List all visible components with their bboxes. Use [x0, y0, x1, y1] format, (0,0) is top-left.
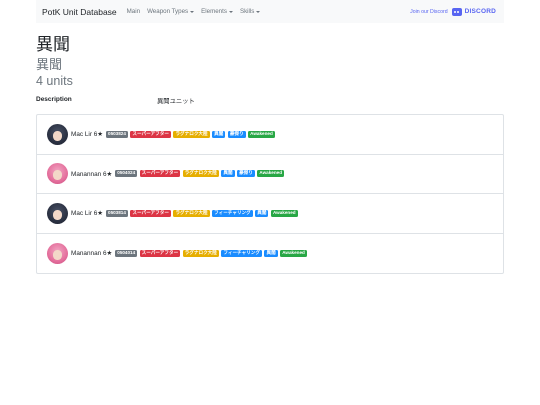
- unit-badge: スーパーアフター: [139, 249, 181, 257]
- unit-name-link[interactable]: Manannan 6★: [71, 170, 112, 178]
- nav-main-link[interactable]: Main: [127, 8, 140, 15]
- unit-row[interactable]: Manannan 6★ 0504014 スーパーアフター ラグナロク大陸 フィーチャリン…: [37, 234, 503, 274]
- avatar-face: [53, 130, 62, 141]
- nav-weapon-types-dropdown[interactable]: Weapon Types: [147, 8, 195, 15]
- nav-main-label: Main: [126, 8, 141, 15]
- unit-name-link[interactable]: Manannan 6★: [71, 249, 112, 257]
- unit-badge: スーパーアフター: [130, 130, 171, 138]
- unit-avatar[interactable]: [47, 123, 68, 145]
- nav-elements-dropdown[interactable]: Elements: [201, 8, 233, 15]
- description-value: 異聞ユニット: [157, 98, 195, 105]
- unit-badge: フィーチャリング: [212, 209, 253, 217]
- avatar-face: [53, 170, 62, 181]
- unit-avatar[interactable]: [47, 163, 68, 185]
- unit-list: Mac Lir 6★ 0503824 スーパーアフター ラグナロク大陸 異聞 豪傑り Awa…: [36, 114, 504, 274]
- nav-links: Main Weapon Types Elements Skills: [127, 8, 268, 15]
- unit-badge: 豪傑り: [237, 170, 255, 178]
- unit-badge: Awakened: [257, 170, 284, 178]
- page-subtitle: 異聞: [36, 57, 63, 72]
- discord-wordmark: DISCORD: [464, 8, 496, 15]
- unit-badge: ラグナロク大陸: [182, 249, 219, 257]
- nav-skills-dropdown[interactable]: Skills: [239, 8, 261, 15]
- unit-avatar[interactable]: [47, 242, 68, 264]
- caret-down-icon: [228, 10, 233, 13]
- brand-link[interactable]: PotK Unit Database: [42, 7, 117, 17]
- unit-badge: 0504024: [115, 170, 138, 178]
- unit-badge: ラグナロク大陸: [173, 209, 210, 217]
- unit-badge: 0503824: [106, 130, 128, 138]
- unit-row[interactable]: Manannan 6★ 0504024 スーパーアフター ラグナロク大陸 異聞 豪傑り Aw…: [37, 155, 503, 194]
- unit-badge: スーパーアフター: [139, 170, 181, 178]
- nav-elements-label: Elements: [201, 8, 227, 15]
- nav-skills-label: Skills: [239, 8, 255, 15]
- unit-badge: 0503814: [106, 209, 128, 217]
- unit-badge: ラグナロク大陸: [173, 130, 210, 138]
- caret-down-icon: [256, 10, 261, 13]
- unit-name-link[interactable]: Mac Lir 6★: [71, 209, 103, 217]
- unit-badge: 異聞: [212, 130, 226, 138]
- unit-name-link[interactable]: Mac Lir 6★: [71, 130, 103, 138]
- unit-badge: Awakened: [280, 249, 307, 257]
- avatar-face: [53, 209, 62, 220]
- page-title: 異聞: [36, 35, 70, 54]
- unit-badge: ラグナロク大陸: [182, 170, 219, 178]
- unit-badge: 異聞: [255, 209, 269, 217]
- unit-badge: Awakened: [248, 130, 275, 138]
- unit-avatar[interactable]: [47, 202, 68, 224]
- discord-icon: [451, 7, 462, 16]
- unit-badge: 異聞: [264, 249, 278, 257]
- unit-badge: Awakened: [270, 209, 298, 217]
- discord-link[interactable]: Join our Discord DISCORD: [410, 7, 496, 16]
- caret-down-icon: [190, 10, 195, 13]
- avatar-face: [53, 249, 62, 260]
- nav-weapon-types-label: Weapon Types: [147, 8, 189, 15]
- unit-badge: 異聞: [221, 170, 235, 178]
- unit-row[interactable]: Mac Lir 6★ 0503814 スーパーアフター ラグナロク大陸 フィーチャリング…: [37, 194, 503, 234]
- unit-badge: フィーチャリング: [221, 249, 262, 257]
- unit-badge: 0504014: [115, 249, 138, 257]
- unit-badge: スーパーアフター: [130, 209, 171, 217]
- join-discord-text: Join our Discord: [410, 8, 448, 15]
- unit-badge: 豪傑り: [227, 130, 246, 138]
- unit-row[interactable]: Mac Lir 6★ 0503824 スーパーアフター ラグナロク大陸 異聞 豪傑り Awa…: [37, 115, 503, 155]
- description-label: Description: [36, 96, 72, 103]
- navbar: PotK Unit Database Main Weapon Types Ele…: [36, 0, 504, 23]
- unit-count: 4 units: [36, 74, 73, 88]
